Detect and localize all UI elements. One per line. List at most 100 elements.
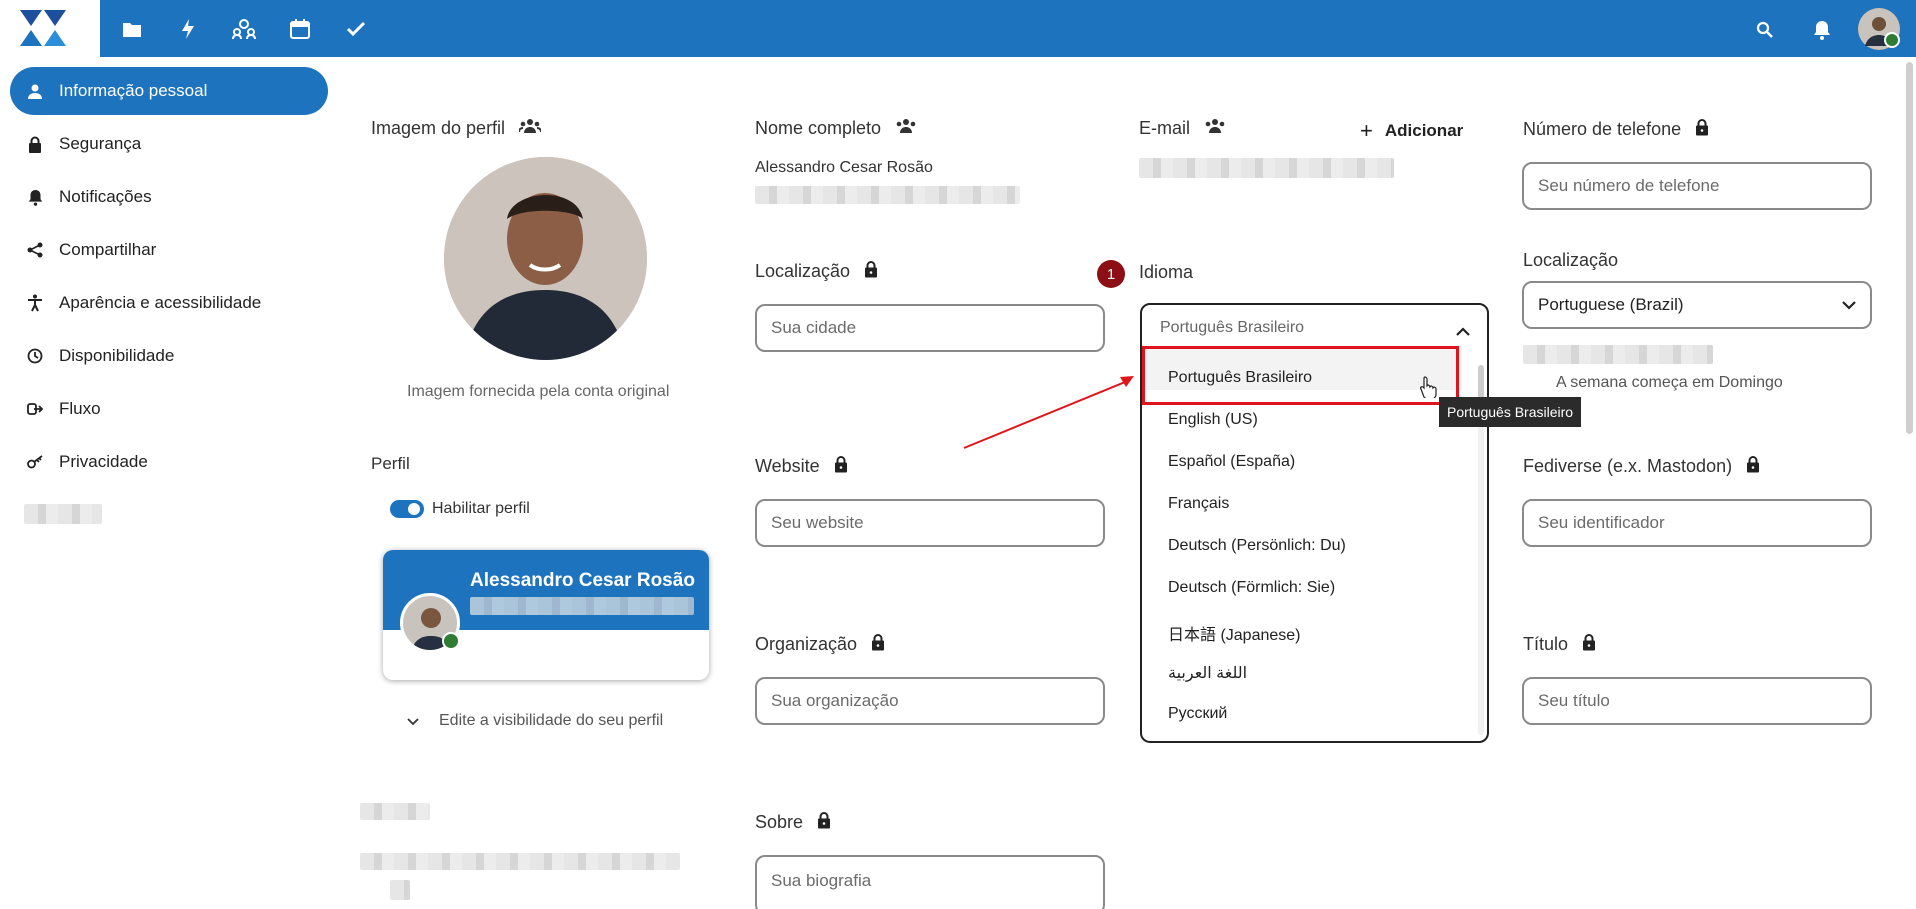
about-textarea[interactable]: Sua biografia [755,855,1105,909]
sidebar-item-sharing[interactable]: Compartilhar [10,226,328,274]
top-bar [0,0,1916,57]
language-label: Idioma [1139,262,1194,282]
phone-label-text: Número de telefone [1523,119,1682,139]
organization-label: Organização [755,633,885,656]
lock-icon[interactable] [1695,118,1709,141]
sidebar-item-label: Notificações [59,187,152,206]
profile-picture-label: Imagem do perfil [371,118,543,139]
sidebar-item-privacy[interactable]: Privacidade [10,438,328,486]
title-label-text: Título [1523,634,1569,654]
language-option[interactable]: 日本語 (Japanese) [1168,621,1301,645]
email-label-text: E-mail [1139,118,1191,138]
redacted-email [470,597,694,615]
key-icon [24,451,46,473]
sidebar-item-flow[interactable]: Fluxo [10,385,328,433]
logo[interactable] [0,0,100,57]
share-icon [24,239,46,261]
add-email-button[interactable]: + Adicionar [1360,118,1463,144]
sidebar-item-notifications[interactable]: Notificações [10,173,328,221]
language-option[interactable]: Deutsch (Förmlich: Sie) [1168,579,1335,597]
language-option[interactable]: English (US) [1168,411,1258,429]
lock-icon[interactable] [817,811,831,834]
title-label: Título [1523,633,1596,656]
tooltip: Português Brasileiro [1439,397,1582,427]
phone-label: Número de telefone [1523,118,1709,141]
language-option[interactable]: اللغة العربية [1168,663,1247,683]
chevron-up-icon[interactable] [1456,323,1470,341]
fullname-value[interactable]: Alessandro Cesar Rosão [755,159,933,177]
group-icon [518,118,543,139]
sidebar-item-label: Fluxo [59,399,101,418]
enable-profile-toggle[interactable] [390,500,424,518]
lock-icon[interactable] [1746,455,1760,478]
phone-placeholder: Seu número de telefone [1538,176,1720,195]
title-input[interactable]: Seu título [1522,677,1872,725]
add-email-label: Adicionar [1384,121,1464,140]
sidebar-item-label: Segurança [59,134,142,153]
activity-icon[interactable] [170,12,206,46]
sidebar-item-label: Aparência e acessibilidade [59,293,262,312]
plus-icon: + [1360,118,1373,143]
notifications-icon[interactable] [1802,10,1842,50]
organization-input[interactable]: Sua organização [755,677,1105,725]
sidebar-item-label: Informação pessoal [59,81,208,100]
website-label: Website [755,455,848,478]
fediverse-label-text: Fediverse (e.x. Mastodon) [1523,456,1733,476]
fediverse-input[interactable]: Seu identificador [1522,499,1872,547]
lock-icon[interactable] [834,455,848,478]
sidebar-item-appearance[interactable]: Aparência e acessibilidade [10,279,328,327]
redacted-block [360,803,430,820]
organization-placeholder: Sua organização [771,691,899,710]
language-option[interactable]: Русский [1168,705,1227,723]
profile-card[interactable]: Alessandro Cesar Rosão [383,550,709,680]
sidebar-item-label: Disponibilidade [59,346,175,365]
calendar-icon[interactable] [282,12,318,46]
group-icon [895,118,917,139]
sidebar-item-security[interactable]: Segurança [10,120,328,168]
website-placeholder: Seu website [771,513,864,532]
lock-icon[interactable] [871,633,885,656]
phone-input[interactable]: Seu número de telefone [1522,162,1872,210]
language-option[interactable]: Deutsch (Persönlich: Du) [1168,537,1346,555]
fullname-label: Nome completo [755,118,917,139]
profile-picture-label-text: Imagem do perfil [371,118,506,138]
location-input[interactable]: Sua cidade [755,304,1105,352]
tasks-icon[interactable] [338,12,374,46]
profile-section-label: Perfil [371,454,410,473]
contacts-icon[interactable] [226,12,262,46]
clock-icon [24,345,46,367]
profile-photo[interactable] [444,157,647,360]
page-scrollbar[interactable] [1906,62,1913,434]
person-icon [24,80,46,102]
locale-label: Localização [1523,250,1619,270]
language-option[interactable]: Español (España) [1168,453,1295,471]
email-label: E-mail [1139,118,1226,139]
lock-icon[interactable] [864,260,878,283]
redacted-text [1523,345,1713,364]
redacted-email [1139,158,1394,178]
title-placeholder: Seu título [1538,691,1610,710]
lock-icon[interactable] [1582,633,1596,656]
annotation-arrow [963,376,1134,449]
online-status-icon [442,632,460,650]
flow-icon [24,398,46,420]
folder-icon[interactable] [114,12,150,46]
profile-picture-caption: Imagem fornecida pela conta original [407,383,670,400]
website-label-text: Website [755,456,820,476]
language-selected-value: Português Brasileiro [1160,319,1305,336]
bell-icon [24,186,46,208]
step-badge: 1 [1097,260,1125,288]
sidebar-item-availability[interactable]: Disponibilidade [10,332,328,380]
chevron-down-icon[interactable] [407,713,419,731]
enable-profile-label: Habilitar perfil [432,500,530,517]
language-option[interactable]: Français [1168,495,1229,513]
search-icon[interactable] [1745,10,1785,50]
locale-select[interactable]: Portuguese (Brazil) [1522,281,1872,329]
fullname-label-text: Nome completo [755,118,882,138]
profile-card-name: Alessandro Cesar Rosão [470,570,695,591]
edit-profile-visibility[interactable]: Edite a visibilidade do seu perfil [439,712,663,730]
online-status-icon [1884,32,1900,48]
website-input[interactable]: Seu website [755,499,1105,547]
accessibility-icon [24,292,46,314]
sidebar-item-personal-info[interactable]: Informação pessoal [10,67,328,115]
